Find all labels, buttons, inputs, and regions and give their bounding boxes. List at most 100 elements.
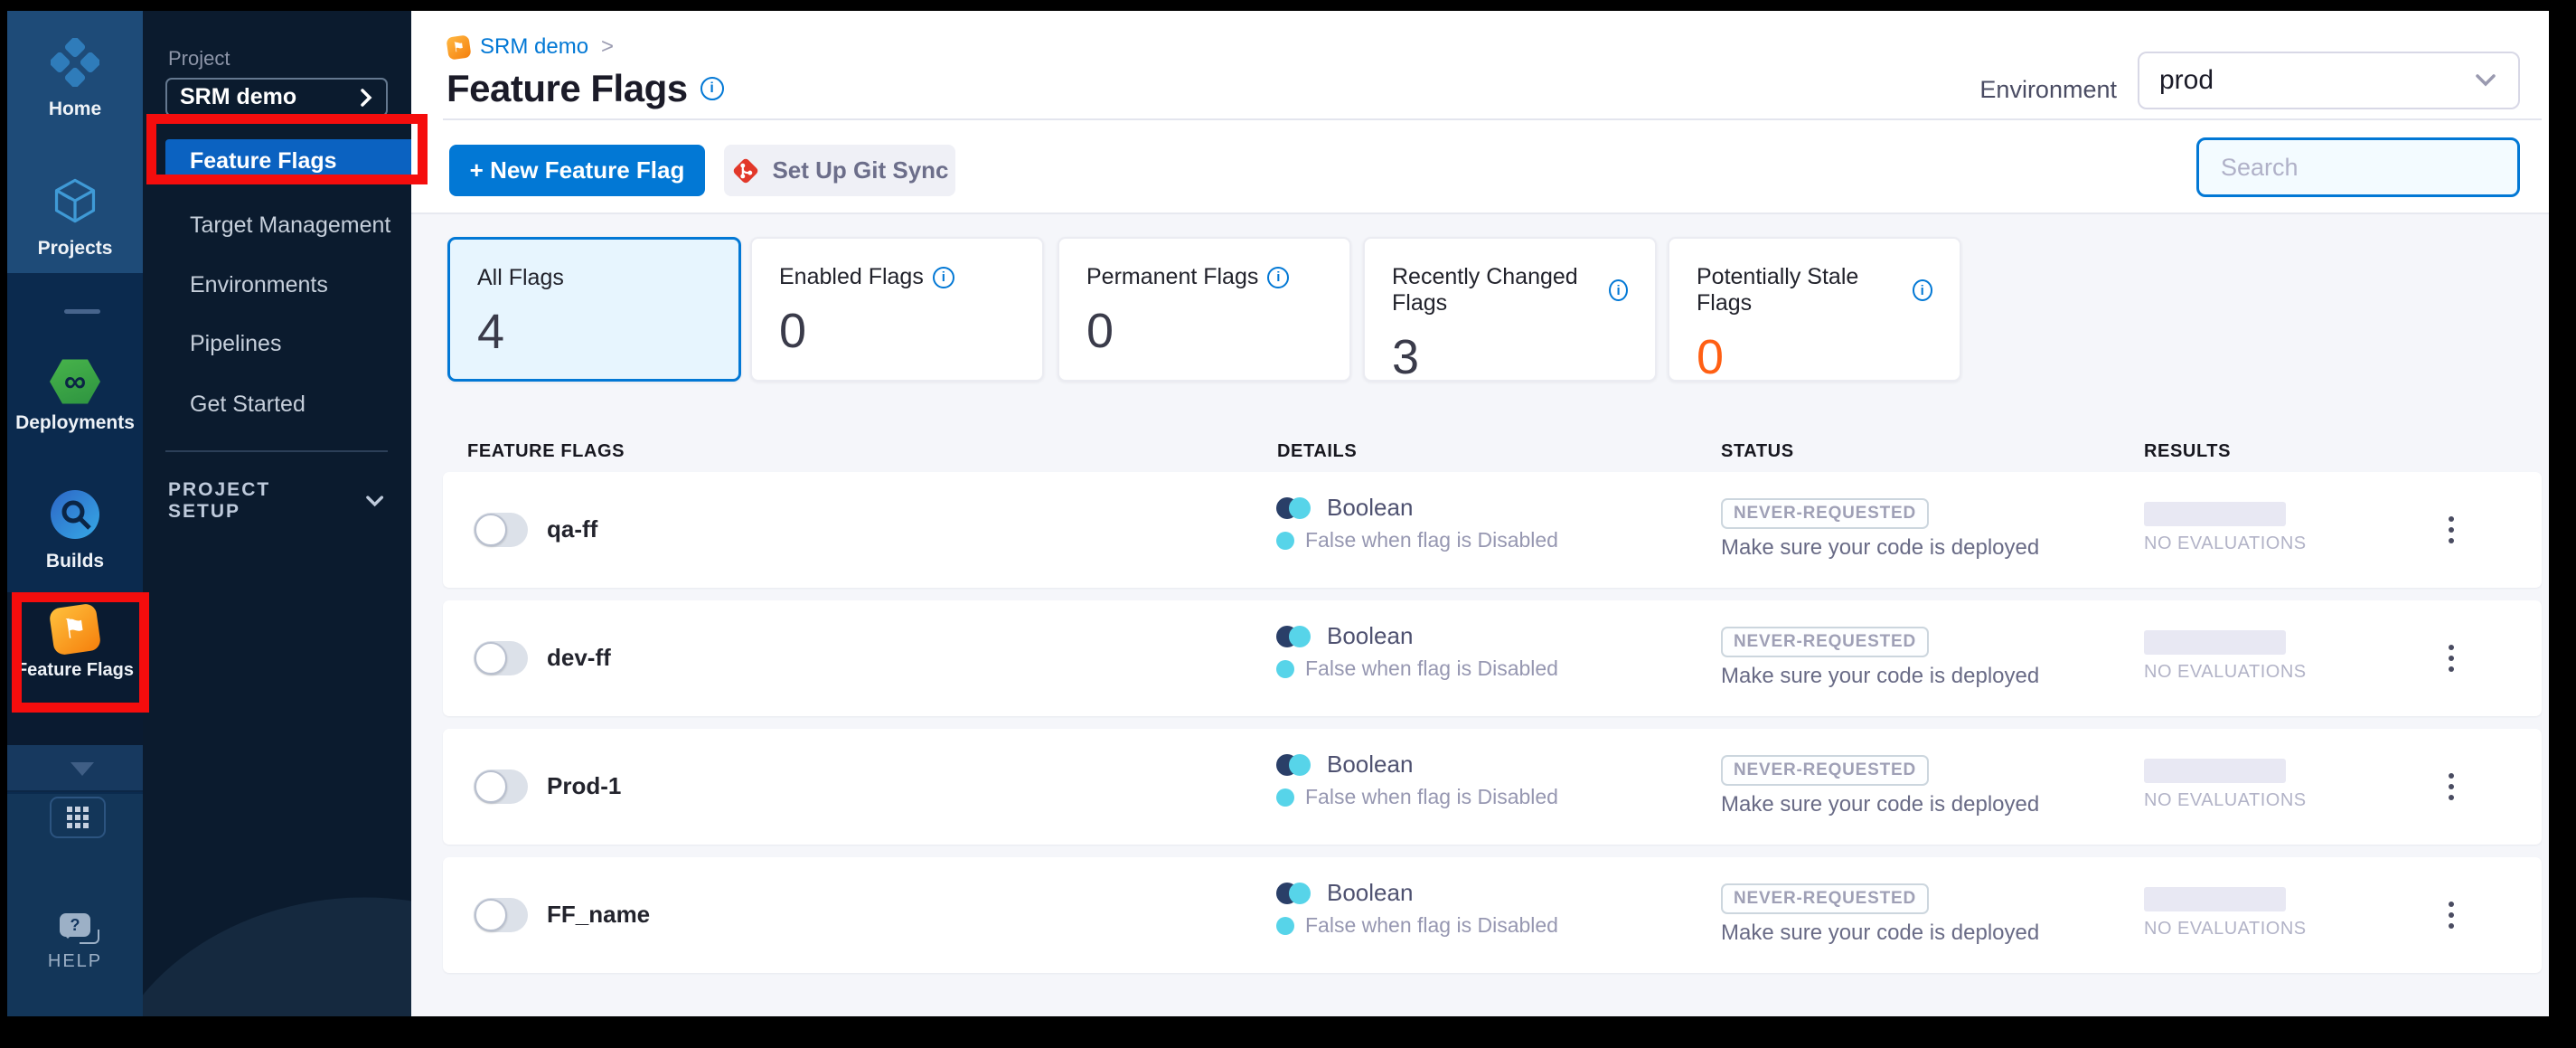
results-placeholder-bar [2144,759,2286,783]
row-menu-kebab-icon[interactable] [2433,640,2469,676]
git-icon [734,158,758,183]
flag-enable-toggle[interactable] [474,898,528,932]
environment-value: prod [2159,65,2214,95]
flag-default-rule: False when flag is Disabled [1276,528,1558,552]
flag-enable-toggle[interactable] [474,641,528,675]
flag-table-row[interactable]: dev-ff Boolean False when flag is Disabl… [443,600,2542,716]
info-icon[interactable]: i [932,266,954,288]
rail-divider [64,309,100,314]
module-deployments-label: Deployments [15,412,135,433]
boolean-type-icon [1276,495,1316,522]
stat-card-enabled-flags[interactable]: Enabled Flags i 0 [750,237,1044,382]
main-content: ⚑ SRM demo > Feature Flags i Environment… [411,11,2549,1016]
info-icon[interactable]: i [1609,279,1628,301]
module-projects[interactable]: Projects [7,175,143,260]
chevron-down-icon [365,496,383,507]
new-feature-flag-button[interactable]: + New Feature Flag [449,145,705,196]
row-menu-kebab-icon[interactable] [2433,769,2469,805]
recently-changed-flags-count: 3 [1392,330,1420,384]
permanent-flags-count: 0 [1086,304,1114,358]
row-menu-kebab-icon[interactable] [2433,897,2469,933]
stat-card-recently-changed-flags[interactable]: Recently Changed Flags i 3 [1363,237,1657,384]
flag-enable-toggle[interactable] [474,513,528,547]
help-button[interactable]: ? HELP [7,913,143,972]
chevron-right-icon [361,88,372,107]
breadcrumb-project-link[interactable]: SRM demo [480,34,588,60]
environment-dropdown[interactable]: prod [2138,52,2520,109]
status-badge: NEVER-REQUESTED [1721,883,1930,914]
set-up-git-sync-button[interactable]: Set Up Git Sync [724,145,955,196]
collapse-chevron-icon[interactable] [71,762,94,776]
flag-enable-toggle[interactable] [474,769,528,804]
status-note: Make sure your code is deployed [1721,664,2040,688]
status-badge: NEVER-REQUESTED [1721,498,1930,529]
sidebar-item-pipelines[interactable]: Pipelines [165,322,411,365]
page-title: Feature Flags [447,67,688,109]
flag-name: FF_name [547,901,651,928]
project-name: SRM demo [180,84,297,109]
breadcrumb-separator-icon: > [601,34,615,59]
annotation-box-feature-flags-module [12,592,149,713]
flag-name: Prod-1 [547,772,622,799]
sidebar-item-environments[interactable]: Environments [165,263,411,307]
flag-type: Boolean [1276,622,1413,650]
git-sync-label: Set Up Git Sync [772,156,949,184]
module-deployments[interactable]: ∞ Deployments [7,358,143,434]
module-grid-button[interactable] [50,797,106,838]
column-header-feature-flags: FEATURE FLAGS [467,441,625,461]
flag-type: Boolean [1276,494,1413,522]
boolean-type-icon [1276,623,1316,650]
flag-table-row[interactable]: qa-ff Boolean False when flag is Disable… [443,472,2542,588]
module-home[interactable]: Home [7,36,143,120]
info-icon[interactable]: i [1912,279,1932,301]
sidebar-item-target-management[interactable]: Target Management [165,203,411,247]
home-icon [49,36,101,91]
flag-name: dev-ff [547,644,611,671]
app-window: Home Projects ∞ Deployments Builds ⚑ Fea… [0,0,2576,1048]
project-setup-label: PROJECT SETUP [168,479,271,522]
flag-default-rule: False when flag is Disabled [1276,913,1558,938]
stat-card-permanent-flags[interactable]: Permanent Flags i 0 [1058,237,1351,382]
status-note: Make sure your code is deployed [1721,535,2040,560]
results-placeholder-bar [2144,887,2286,911]
flag-default-rule: False when flag is Disabled [1276,785,1558,809]
help-label: HELP [47,951,103,971]
module-home-label: Home [48,99,102,119]
results-label: NO EVALUATIONS [2144,919,2307,939]
column-header-details: DETAILS [1277,441,1358,461]
variation-dot-icon [1276,659,1294,678]
flag-name: qa-ff [547,515,598,543]
project-setup-toggle[interactable]: PROJECT SETUP [168,479,385,523]
potentially-stale-flags-count: 0 [1697,330,1725,384]
boolean-type-icon [1276,880,1316,907]
page-title-row: Feature Flags i [447,67,724,110]
variation-dot-icon [1276,916,1294,935]
column-header-status: STATUS [1721,441,1794,461]
column-header-results: RESULTS [2144,441,2232,461]
all-flags-count: 4 [477,305,505,359]
status-badge: NEVER-REQUESTED [1721,627,1930,657]
flag-type: Boolean [1276,751,1413,779]
module-builds[interactable]: Builds [7,490,143,572]
breadcrumb: ⚑ SRM demo > [446,33,615,61]
results-label: NO EVALUATIONS [2144,790,2307,810]
builds-icon [51,490,99,539]
sidebar-divider [165,450,388,452]
search-input[interactable] [2221,153,2541,182]
variation-dot-icon [1276,788,1294,807]
stat-card-all-flags[interactable]: All Flags 4 [447,237,741,382]
sidebar-item-get-started[interactable]: Get Started [165,382,411,426]
title-info-icon[interactable]: i [700,77,724,100]
grid-icon [67,807,89,828]
info-icon[interactable]: i [1267,266,1290,288]
status-note: Make sure your code is deployed [1721,792,2040,817]
sidebar-decorative-swoosh [143,868,411,1016]
flag-table-row[interactable]: Prod-1 Boolean False when flag is Disabl… [443,729,2542,845]
results-label: NO EVALUATIONS [2144,662,2307,682]
header-divider [443,118,2542,120]
flag-table-row[interactable]: FF_name Boolean False when flag is Disab… [443,857,2542,973]
stat-card-potentially-stale-flags[interactable]: Potentially Stale Flags i 0 [1668,237,1961,384]
status-badge: NEVER-REQUESTED [1721,755,1930,786]
row-menu-kebab-icon[interactable] [2433,512,2469,548]
project-selector[interactable]: SRM demo [165,78,388,117]
